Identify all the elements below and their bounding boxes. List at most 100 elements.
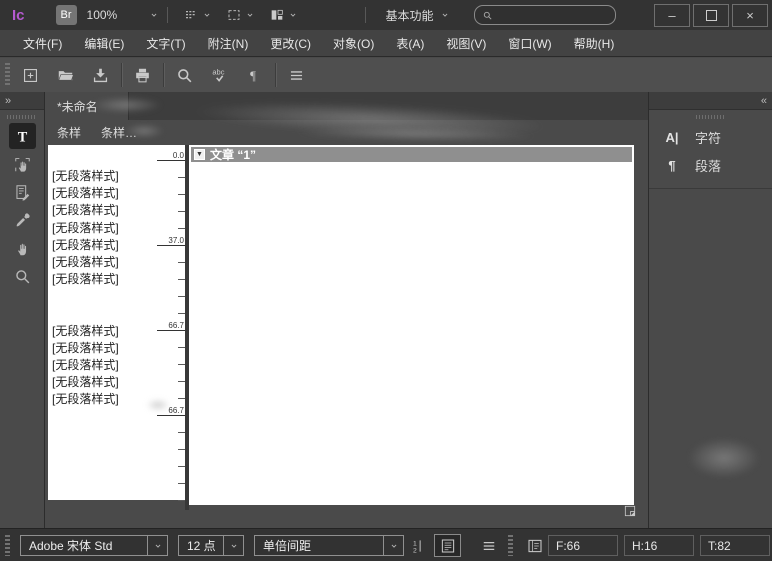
- status-bar: Adobe 宋体 Std 12 点 单倍间距 F:66 H:16 T:82: [0, 528, 772, 561]
- divider: [121, 63, 122, 87]
- character-icon: A|: [662, 130, 682, 145]
- font-family-value: Adobe 宋体 Std: [21, 537, 147, 554]
- styles-panel-tabs: 条样 条样…: [45, 120, 648, 145]
- maximize-button[interactable]: [693, 4, 729, 27]
- galley-view-toggle[interactable]: [434, 534, 461, 557]
- spellcheck-button[interactable]: [204, 62, 234, 88]
- paragraph-style-label: [无段落样式]: [52, 271, 149, 288]
- menu-item[interactable]: 更改(C): [259, 35, 322, 52]
- statusbar-menu-button[interactable]: [478, 535, 500, 556]
- styles-panel-tab[interactable]: 条样: [57, 124, 81, 141]
- paragraph-style-label: [无段落样式]: [52, 185, 149, 202]
- paragraph-style-label: [无段落样式]: [52, 237, 149, 254]
- galley-view-icon: [439, 537, 457, 555]
- galley-ruler: 0.037.066.766.7: [151, 145, 185, 500]
- spellcheck-icon: [210, 66, 229, 85]
- menu-item[interactable]: 文字(T): [135, 35, 196, 52]
- statusbar-grip[interactable]: [5, 535, 10, 556]
- new-document-icon: [21, 66, 40, 85]
- leading-dropdown[interactable]: 单倍间距: [254, 535, 404, 556]
- view-options-icon: [183, 7, 199, 23]
- chevron-down-icon: [383, 536, 403, 555]
- view-options-dropdown[interactable]: [183, 7, 212, 23]
- right-dock: « A| 字符 ¶ 段落: [648, 92, 772, 528]
- bridge-button[interactable]: Br: [56, 5, 77, 25]
- expand-panel-button[interactable]: »: [5, 95, 11, 107]
- workspace-switcher[interactable]: 基本功能: [386, 7, 450, 24]
- find-button[interactable]: [169, 62, 199, 88]
- position-hand-icon: [13, 155, 32, 174]
- story-editor: ▼ 文章 “1”: [189, 145, 634, 505]
- new-document-button[interactable]: [15, 62, 45, 88]
- screen-mode-dropdown[interactable]: [226, 7, 255, 23]
- line-numbers-toggle[interactable]: [408, 535, 430, 556]
- search-box[interactable]: [474, 5, 616, 25]
- leading-value: 单倍间距: [255, 537, 383, 554]
- save-icon: [91, 66, 110, 85]
- tools-panel-grip[interactable]: [7, 115, 37, 119]
- menu-item[interactable]: 附注(N): [197, 35, 260, 52]
- divider: [163, 63, 164, 87]
- style-rows: [无段落样式][无段落样式][无段落样式][无段落样式][无段落样式][无段落样…: [52, 168, 149, 409]
- paragraph-icon: ¶: [662, 158, 682, 173]
- toolbar-menu-button[interactable]: [281, 62, 311, 88]
- menu-item[interactable]: 窗口(W): [497, 35, 562, 52]
- search-input[interactable]: [497, 8, 608, 22]
- close-button[interactable]: ×: [732, 4, 768, 27]
- type-tool-icon: [13, 127, 32, 146]
- paragraph-style-label: [无段落样式]: [52, 168, 149, 185]
- save-button[interactable]: [85, 62, 115, 88]
- paragraph-style-label: [无段落样式]: [52, 374, 149, 391]
- window-controls: – ×: [654, 4, 768, 27]
- open-button[interactable]: [50, 62, 80, 88]
- show-hidden-characters-button[interactable]: [239, 62, 269, 88]
- dock-item-label: 字符: [695, 128, 721, 147]
- font-size-dropdown[interactable]: 12 点: [178, 535, 244, 556]
- note-tool[interactable]: [9, 179, 36, 205]
- story-text-area[interactable]: [191, 162, 632, 503]
- paragraph-style-label: [无段落样式]: [52, 357, 149, 374]
- toolbar-grip[interactable]: [5, 63, 10, 87]
- menu-bar: 文件(F)编辑(E)文字(T)附注(N)更改(C)对象(O)表(A)视图(V)窗…: [0, 30, 772, 57]
- styles-panel-tab[interactable]: 条样…: [101, 124, 137, 141]
- tools-panel-header: »: [0, 92, 44, 110]
- search-icon: [175, 66, 194, 85]
- arrange-documents-dropdown[interactable]: [269, 7, 298, 23]
- character-panel-button[interactable]: A| 字符: [649, 123, 772, 151]
- position-tool[interactable]: [9, 151, 36, 177]
- page-curl-icon[interactable]: [622, 504, 638, 518]
- hand-tool[interactable]: [9, 235, 36, 261]
- eyedropper-icon: [13, 211, 32, 230]
- menu-item[interactable]: 视图(V): [435, 35, 497, 52]
- collapse-story-icon[interactable]: ▼: [194, 149, 205, 160]
- paragraph-panel-button[interactable]: ¶ 段落: [649, 151, 772, 179]
- right-dock-header: «: [649, 92, 772, 110]
- work-area: »: [0, 92, 772, 528]
- menu-item[interactable]: 对象(O): [322, 35, 385, 52]
- paragraph-style-label: [无段落样式]: [52, 202, 149, 219]
- menu-item[interactable]: 编辑(E): [73, 35, 135, 52]
- tools-list: [0, 123, 44, 289]
- minimize-button[interactable]: –: [654, 4, 690, 27]
- menu-item[interactable]: 表(A): [385, 35, 435, 52]
- font-family-dropdown[interactable]: Adobe 宋体 Std: [20, 535, 168, 556]
- right-dock-grip[interactable]: [696, 115, 726, 119]
- paragraph-style-label: [无段落样式]: [52, 323, 149, 340]
- print-button[interactable]: [127, 62, 157, 88]
- collapse-dock-button[interactable]: «: [761, 95, 767, 107]
- search-icon: [482, 10, 493, 21]
- hamburger-icon: [480, 537, 498, 555]
- eyedropper-tool[interactable]: [9, 207, 36, 233]
- font-size-value: 12 点: [179, 537, 223, 554]
- document-tab[interactable]: *未命名: [45, 92, 129, 120]
- menu-item[interactable]: 文件(F): [12, 35, 73, 52]
- workspace-label: 基本功能: [386, 7, 434, 24]
- type-tool[interactable]: [9, 123, 36, 149]
- story-header[interactable]: ▼ 文章 “1”: [191, 147, 632, 162]
- zoom-level-dropdown[interactable]: 100%: [87, 8, 159, 22]
- statusbar-grip[interactable]: [508, 535, 513, 556]
- chevron-down-icon: [245, 10, 255, 20]
- chevron-down-icon: [149, 10, 159, 20]
- menu-item[interactable]: 帮助(H): [563, 35, 626, 52]
- zoom-tool[interactable]: [9, 263, 36, 289]
